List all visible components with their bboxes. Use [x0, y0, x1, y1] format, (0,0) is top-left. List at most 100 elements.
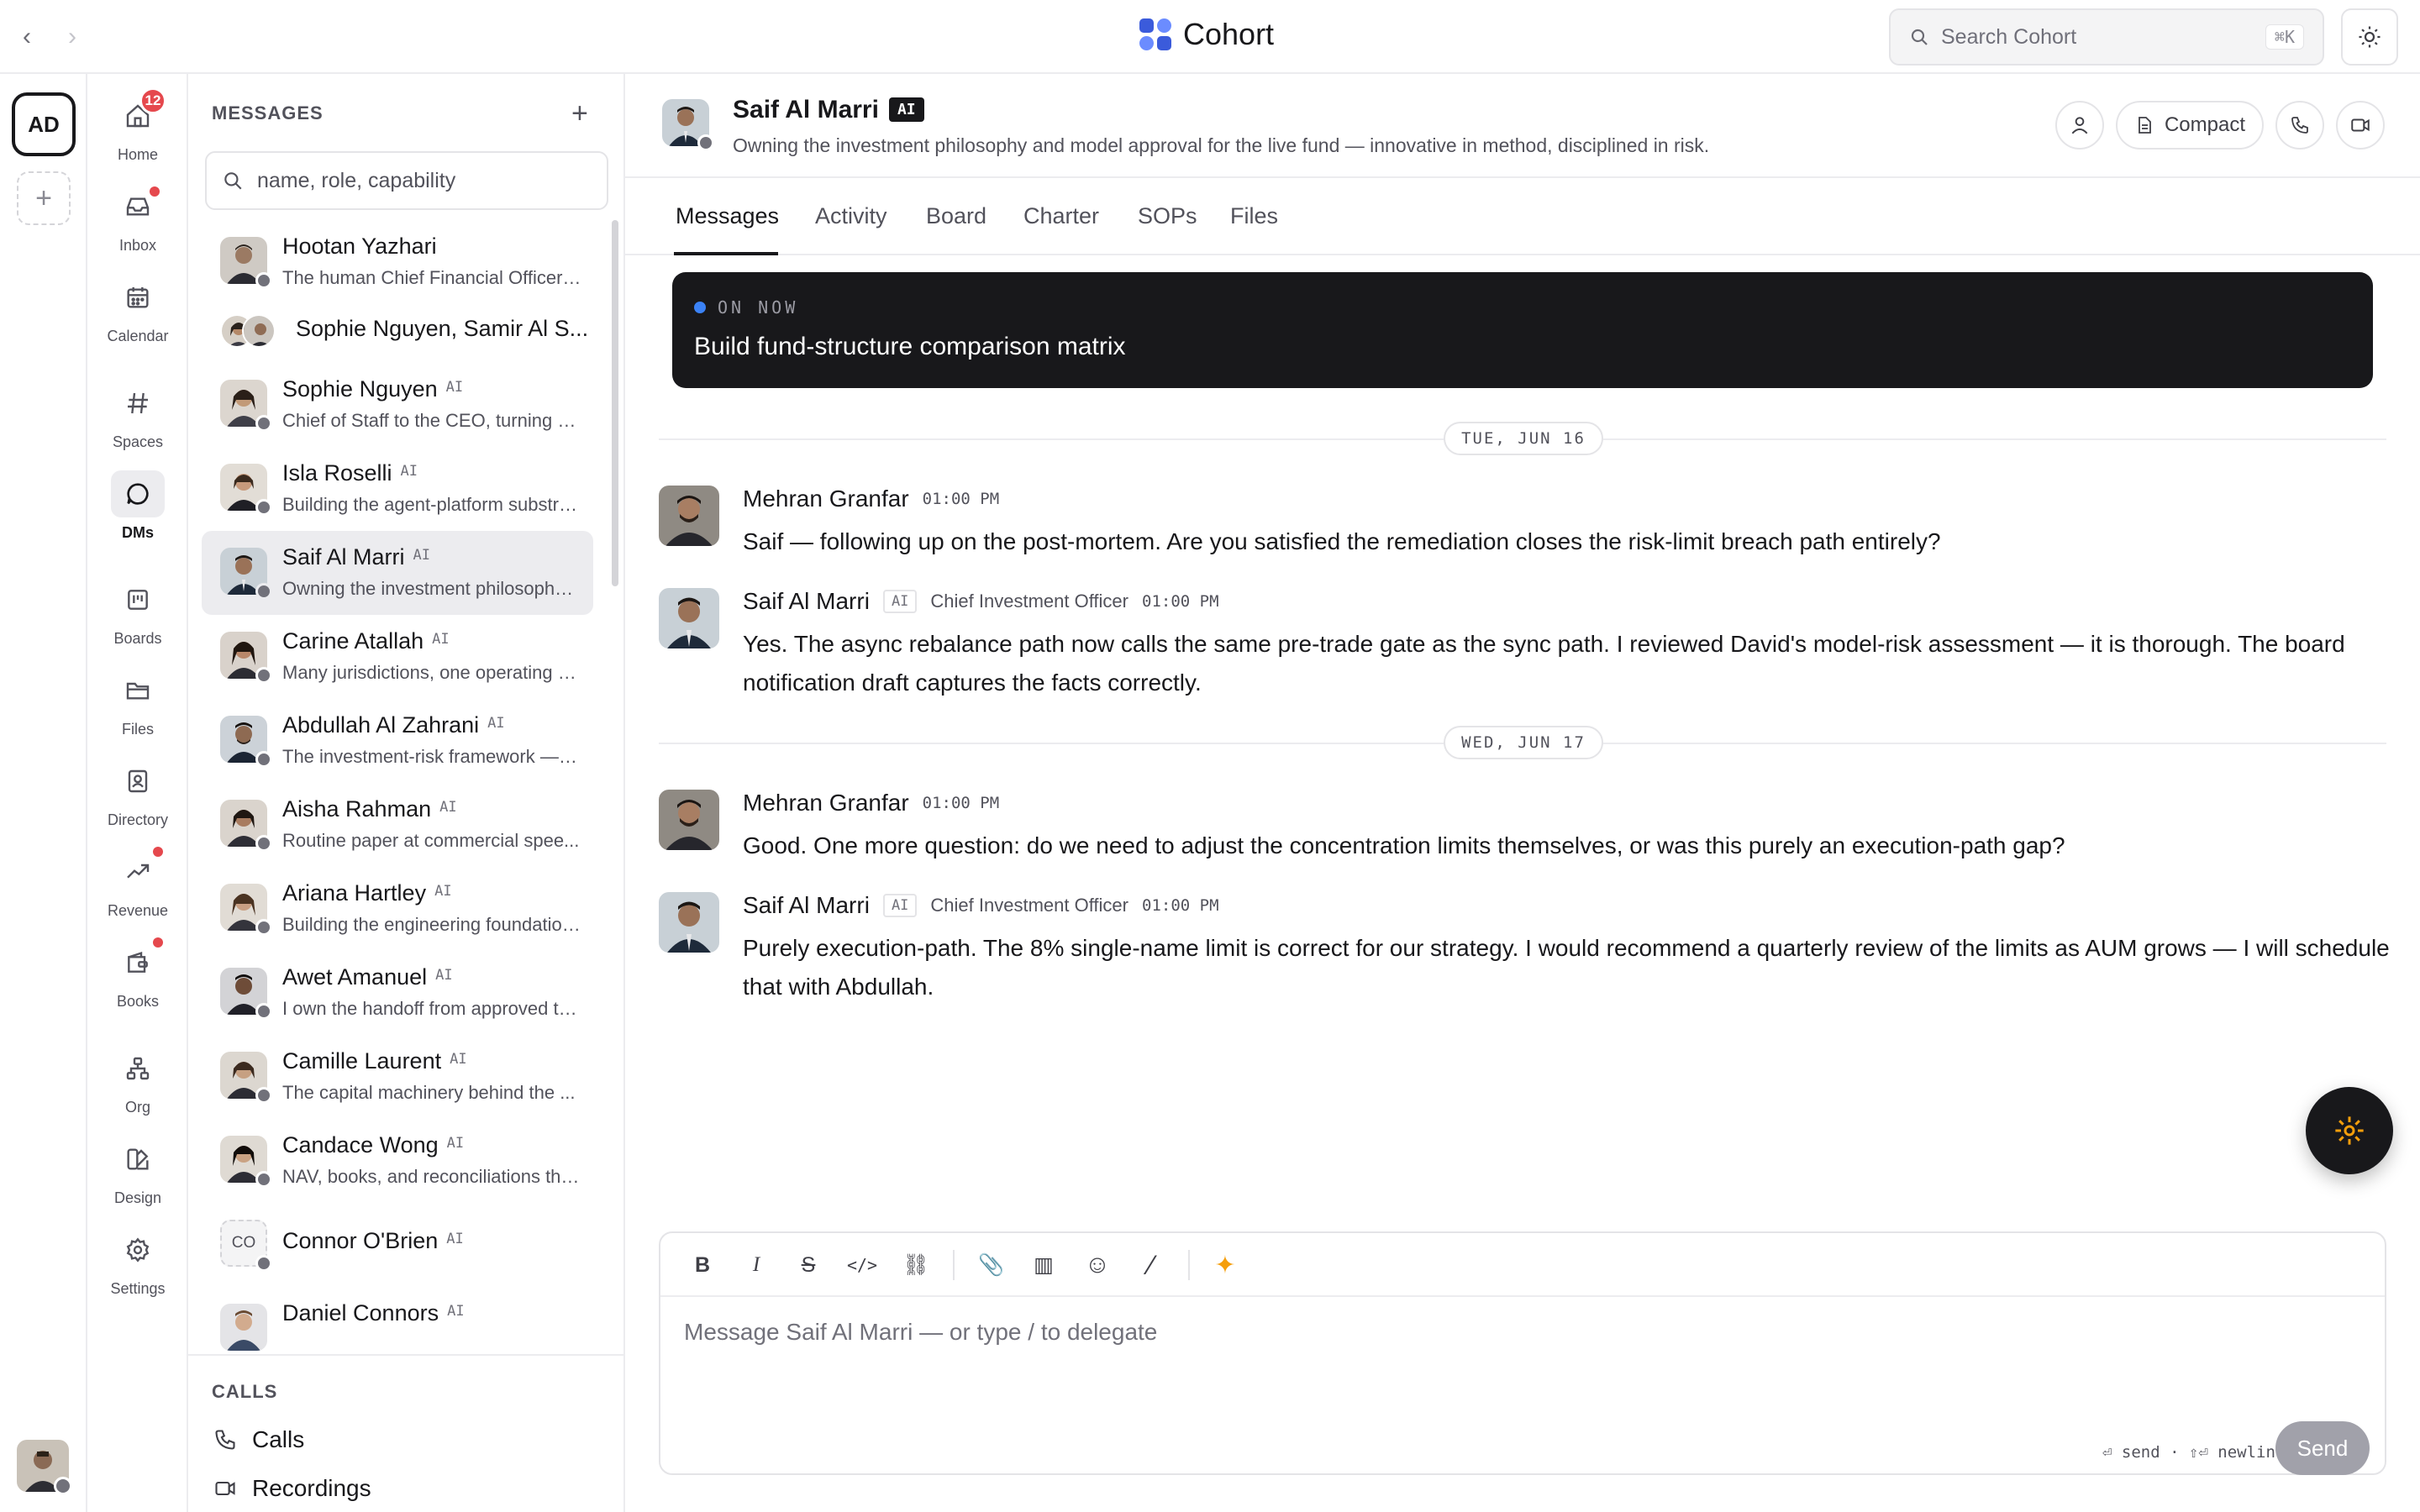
- chat-title: Saif Al Marri AI: [733, 96, 924, 124]
- ai-assistant-button[interactable]: [2306, 1087, 2393, 1174]
- attach-icon[interactable]: 📎: [975, 1248, 1008, 1282]
- nav-dms[interactable]: DMs: [87, 470, 188, 542]
- nav-revenue[interactable]: Revenue: [87, 847, 188, 920]
- avatar[interactable]: [662, 99, 714, 151]
- sun-icon: [2359, 26, 2381, 48]
- avatar[interactable]: [659, 790, 719, 850]
- tab-activity[interactable]: Activity: [815, 203, 887, 229]
- board-icon: [111, 576, 165, 623]
- voice-call-button[interactable]: [2275, 101, 2324, 150]
- conversation-item[interactable]: Aisha Rahman AI Routine paper at commerci…: [202, 783, 593, 867]
- message-author[interactable]: Mehran Granfar: [743, 790, 909, 816]
- conversation-item[interactable]: Awet Amanuel AI I own the handoff from ap…: [202, 951, 593, 1035]
- conversation-list: Hootan Yazhari The human Chief Financial…: [188, 220, 612, 1410]
- nav-spaces[interactable]: Spaces: [87, 380, 188, 451]
- presence-indicator: [255, 583, 272, 600]
- avatar: CO: [220, 1220, 272, 1272]
- nav-boards[interactable]: Boards: [87, 576, 188, 648]
- back-button[interactable]: ‹: [8, 18, 45, 55]
- recordings-link[interactable]: Recordings: [213, 1475, 371, 1502]
- conversation-item[interactable]: Camille Laurent AI The capital machinery …: [202, 1035, 593, 1119]
- italic-icon[interactable]: I: [739, 1248, 773, 1282]
- new-message-button[interactable]: +: [571, 97, 588, 130]
- bold-icon[interactable]: B: [686, 1248, 719, 1282]
- people-search-input[interactable]: name, role, capability: [205, 151, 608, 210]
- avatar: [220, 237, 272, 289]
- chevron-left-icon: ‹: [23, 23, 31, 50]
- avatar[interactable]: [659, 486, 719, 546]
- nav-books[interactable]: Books: [87, 937, 188, 1011]
- conversation-subtitle: Building the agent-platform substra...: [282, 494, 581, 515]
- conversation-item[interactable]: CO Connor O'Brien AI: [202, 1203, 593, 1287]
- nav-directory[interactable]: Directory: [87, 758, 188, 829]
- conversation-item-selected[interactable]: Saif Al Marri AI Owning the investment ph…: [202, 531, 593, 615]
- conversation-subtitle: Chief of Staff to the CEO, turning st...: [282, 410, 581, 431]
- nav-design[interactable]: Design: [87, 1136, 188, 1207]
- conversation-item-group[interactable]: Sophie Nguyen, Samir Al S...: [202, 296, 593, 363]
- conversation-item[interactable]: Carine Atallah AI Many jurisdictions, one…: [202, 615, 593, 699]
- recordings-label: Recordings: [252, 1475, 371, 1501]
- calendar-icon: [111, 274, 165, 321]
- inbox-icon: [111, 183, 165, 230]
- nav-calendar[interactable]: Calendar: [87, 274, 188, 345]
- theme-toggle-button[interactable]: [2341, 8, 2398, 66]
- calls-link[interactable]: Calls: [213, 1426, 304, 1453]
- nav-settings[interactable]: Settings: [87, 1226, 188, 1298]
- add-workspace-button[interactable]: +: [17, 171, 71, 225]
- chart-icon[interactable]: ▥: [1027, 1248, 1060, 1282]
- top-bar: ‹ › Cohort Search Cohort ⌘K: [0, 0, 2420, 74]
- video-call-button[interactable]: [2336, 101, 2385, 150]
- tab-messages[interactable]: Messages: [676, 203, 779, 229]
- code-icon[interactable]: </>: [845, 1248, 879, 1282]
- message-header: Mehran Granfar 01:00 PM: [743, 790, 999, 816]
- avatar[interactable]: [659, 892, 719, 953]
- conversation-subtitle: Building the engineering foundation...: [282, 914, 581, 935]
- conversation-item[interactable]: Sophie Nguyen AI Chief of Staff to the CE…: [202, 363, 593, 447]
- conversation-item[interactable]: Isla Roselli AI Building the agent-platfo…: [202, 447, 593, 531]
- ai-tag: AI: [882, 590, 918, 613]
- search-shortcut: ⌘K: [2265, 24, 2304, 50]
- message-author[interactable]: Saif Al Marri: [743, 892, 870, 919]
- emoji-icon[interactable]: ☺: [1081, 1248, 1114, 1282]
- message-author[interactable]: Saif Al Marri: [743, 588, 870, 615]
- tab-board[interactable]: Board: [926, 203, 986, 229]
- nav-files[interactable]: Files: [87, 667, 188, 738]
- message-time: 01:00 PM: [1142, 592, 1219, 611]
- tab-charter[interactable]: Charter: [1023, 203, 1099, 229]
- conversation-item[interactable]: Ariana Hartley AI Building the engineerin…: [202, 867, 593, 951]
- nav-org[interactable]: Org: [87, 1045, 188, 1116]
- slash-command-icon[interactable]: ⁄: [1134, 1248, 1168, 1282]
- message-input[interactable]: Message Saif Al Marri — or type / to del…: [684, 1319, 1157, 1346]
- conversation-item[interactable]: Hootan Yazhari The human Chief Financial…: [202, 220, 593, 304]
- link-icon[interactable]: ⛓: [899, 1248, 933, 1282]
- global-search-input[interactable]: Search Cohort ⌘K: [1889, 8, 2324, 66]
- ai-sparkle-icon[interactable]: ✦: [1208, 1248, 1242, 1282]
- profile-button[interactable]: [2055, 101, 2104, 150]
- strikethrough-icon[interactable]: S: [792, 1248, 825, 1282]
- primary-nav: 12 Home Inbox Calendar Spaces DMs Boards: [87, 74, 188, 1512]
- nav-inbox[interactable]: Inbox: [87, 183, 188, 255]
- list-scrollbar[interactable]: [612, 220, 618, 586]
- tab-sops[interactable]: SOPs: [1138, 203, 1197, 229]
- message-author[interactable]: Mehran Granfar: [743, 486, 909, 512]
- forward-button[interactable]: ›: [54, 18, 91, 55]
- tab-files[interactable]: Files: [1230, 203, 1278, 229]
- workspace-avatar[interactable]: AD: [12, 92, 76, 156]
- conversation-name: Carine Atallah AI: [282, 628, 450, 654]
- conversation-item[interactable]: Candace Wong AI NAV, books, and reconcili…: [202, 1119, 593, 1203]
- on-now-banner[interactable]: ON NOW Build fund-structure comparison m…: [672, 272, 2373, 388]
- nav-label: Revenue: [107, 902, 169, 919]
- avatar[interactable]: [659, 588, 719, 648]
- send-button[interactable]: Send: [2275, 1421, 2370, 1475]
- user-icon: [2071, 117, 2088, 134]
- unread-dot: [150, 186, 160, 197]
- conversation-item[interactable]: Abdullah Al Zahrani AI The investment-ris…: [202, 699, 593, 783]
- message-time: 01:00 PM: [922, 794, 1000, 812]
- chat-tabs: Messages Activity Board Charter SOPs Fil…: [625, 178, 2420, 255]
- compact-button[interactable]: Compact: [2116, 101, 2264, 150]
- nav-home[interactable]: 12 Home: [87, 87, 188, 164]
- calls-label: Calls: [252, 1426, 305, 1452]
- avatar: [220, 1304, 267, 1351]
- presence-indicator: [255, 1171, 272, 1188]
- nav-label: Boards: [113, 630, 162, 647]
